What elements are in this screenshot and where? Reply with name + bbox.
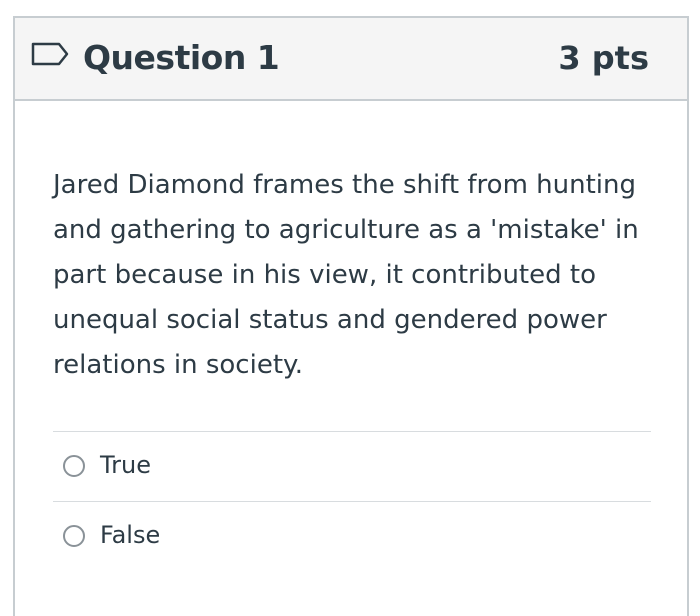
quiz-question-card: Question 1 3 pts Jared Diamond frames th… bbox=[13, 16, 689, 616]
radio-button-true[interactable] bbox=[63, 455, 85, 477]
answer-option-false[interactable]: False bbox=[53, 501, 651, 571]
answer-option-true[interactable]: True bbox=[53, 431, 651, 501]
radio-button-false[interactable] bbox=[63, 525, 85, 547]
question-title: Question 1 bbox=[83, 38, 280, 77]
flag-question-icon[interactable] bbox=[31, 42, 69, 66]
question-text: Jared Diamond frames the shift from hunt… bbox=[53, 170, 639, 380]
question-header: Question 1 3 pts bbox=[15, 18, 687, 101]
answer-label-false: False bbox=[100, 521, 161, 549]
answer-list: True False bbox=[53, 431, 651, 571]
question-points: 3 pts bbox=[558, 39, 649, 77]
answer-label-true: True bbox=[100, 451, 151, 479]
